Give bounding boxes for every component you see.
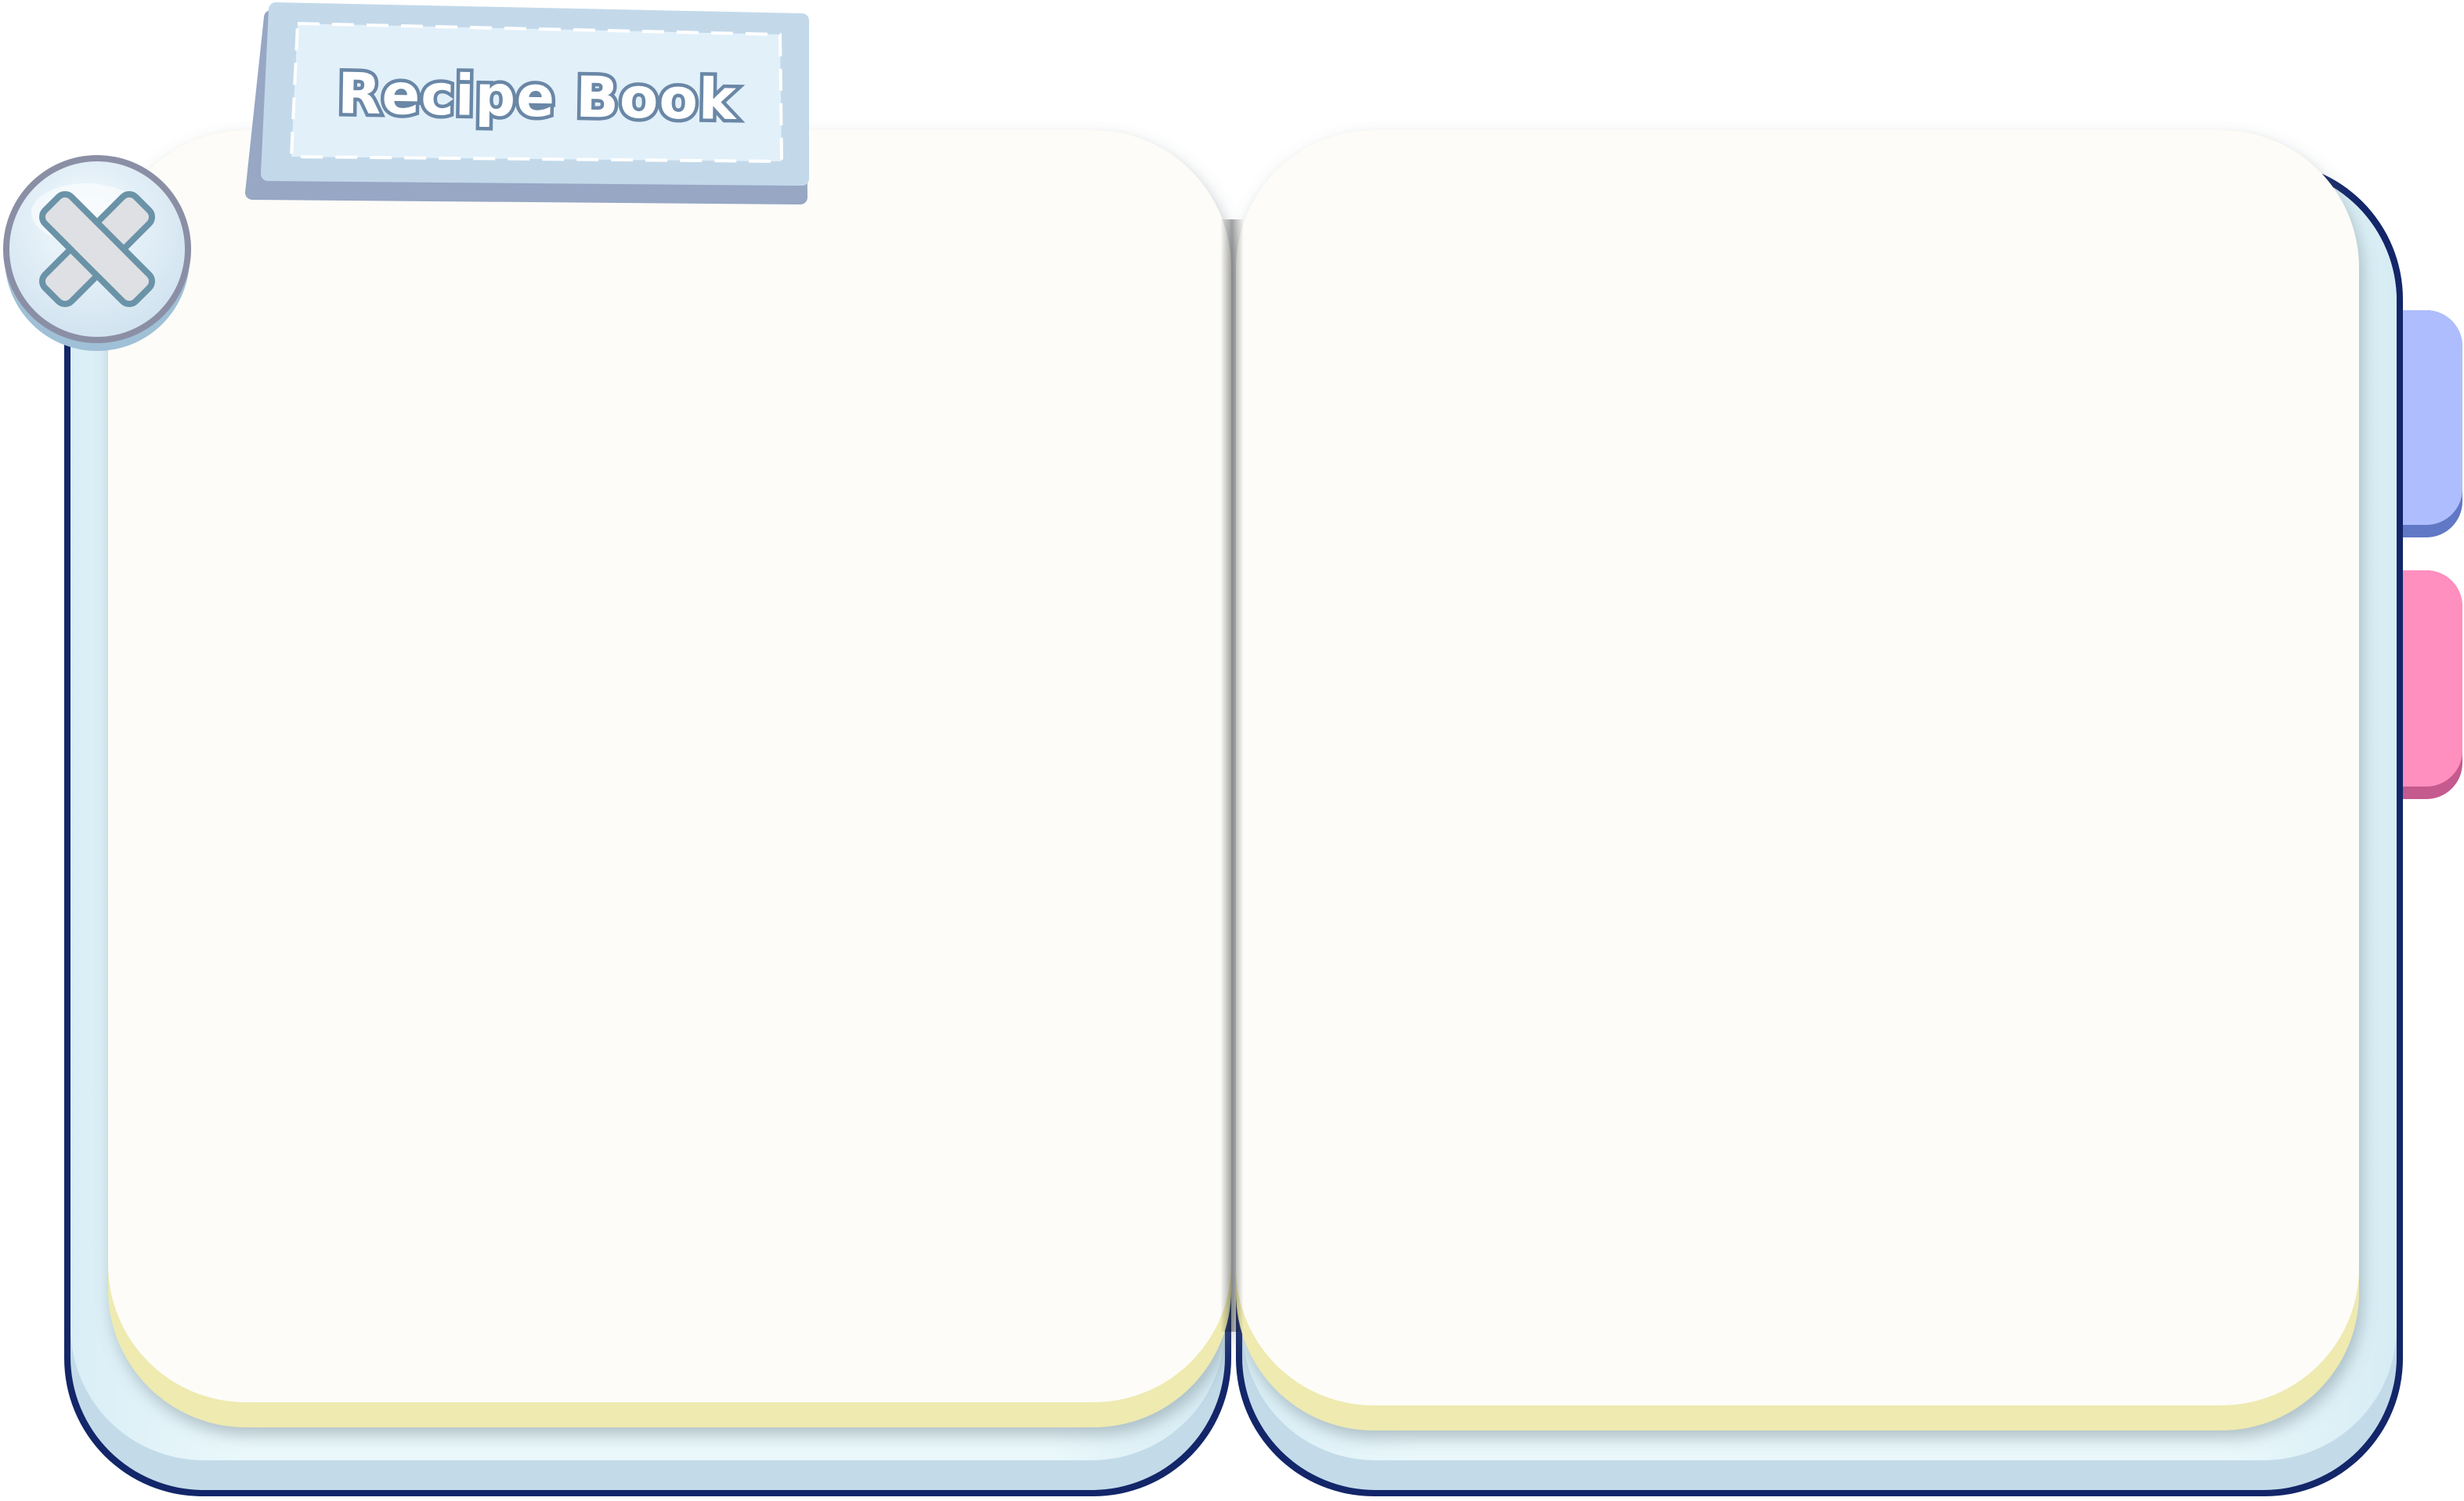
recipe-book-canvas: Recipe Book	[3, 2, 2462, 1496]
title-plate: Recipe Book	[245, 2, 809, 204]
book-spine	[1220, 219, 1244, 1332]
left-page	[108, 130, 1231, 1427]
recipe-book-screen: Recipe Book	[0, 0, 2464, 1501]
close-button[interactable]	[3, 155, 191, 351]
title-text: Recipe Book	[337, 60, 738, 132]
right-page	[1236, 130, 2359, 1430]
